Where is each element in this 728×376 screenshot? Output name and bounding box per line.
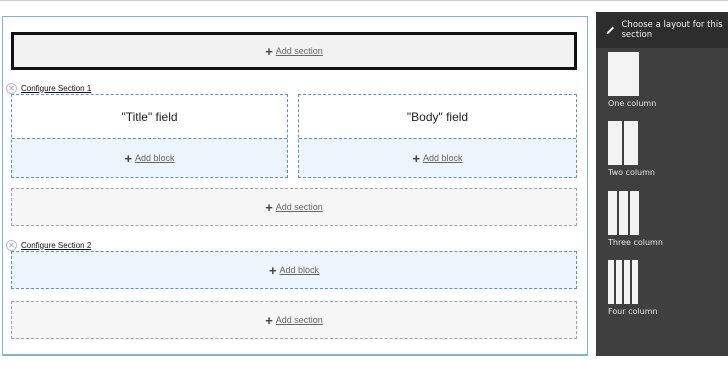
- layout-chooser-sidebar: Choose a layout for this section One col…: [596, 12, 728, 356]
- sidebar-header: Choose a layout for this section: [596, 12, 728, 48]
- one-column-layout-icon: [608, 52, 656, 96]
- section-1-second-region: "Body" field + Add block: [298, 94, 577, 178]
- add-section-middle[interactable]: + Add section: [11, 188, 577, 226]
- remove-section-icon[interactable]: ✕: [6, 239, 17, 251]
- pencil-icon: [606, 26, 615, 34]
- add-block-label: Add block: [279, 265, 320, 275]
- title-field-block[interactable]: "Title" field: [12, 95, 287, 138]
- section-1-controls: ✕ Configure Section 1: [6, 81, 91, 95]
- add-section-bottom[interactable]: + Add section: [11, 301, 577, 339]
- top-divider: [0, 0, 728, 1]
- plus-icon: +: [265, 199, 273, 215]
- sidebar-title: Choose a layout for this section: [621, 20, 723, 40]
- body-field-block[interactable]: "Body" field: [299, 95, 576, 138]
- configure-section-1-link[interactable]: Configure Section 1: [21, 84, 91, 93]
- two-column-layout-icon: [608, 121, 655, 165]
- remove-section-icon[interactable]: ✕: [6, 82, 17, 94]
- add-block-link[interactable]: + Add block: [124, 152, 174, 165]
- plus-icon: +: [412, 150, 421, 166]
- layout-label: Two column: [608, 168, 655, 177]
- layout-builder-canvas: + Add section ✕ Configure Section 1 "Tit…: [2, 16, 588, 356]
- layout-label: Four column: [608, 307, 658, 316]
- plus-icon: +: [124, 150, 133, 166]
- plus-icon: +: [265, 43, 273, 59]
- add-section-label: Add section: [275, 202, 323, 212]
- add-section-label: Add section: [275, 46, 323, 56]
- add-block-second-region[interactable]: + Add block: [299, 138, 576, 177]
- section-2-content-region[interactable]: + Add block: [11, 251, 577, 289]
- configure-section-2-link[interactable]: Configure Section 2: [21, 241, 91, 250]
- add-section-top[interactable]: + Add section: [11, 32, 577, 70]
- section-1-first-region: "Title" field + Add block: [11, 94, 288, 178]
- add-section-link[interactable]: + Add section: [265, 314, 323, 327]
- layout-option-one-column[interactable]: One column: [608, 52, 656, 108]
- layout-label: One column: [608, 99, 657, 108]
- add-section-label: Add section: [275, 315, 323, 325]
- layout-option-two-column[interactable]: Two column: [608, 121, 655, 177]
- add-block-link[interactable]: + Add block: [412, 152, 462, 165]
- layout-option-four-column[interactable]: Four column: [608, 260, 658, 316]
- plus-icon: +: [268, 262, 277, 278]
- add-section-link[interactable]: + Add section: [265, 201, 323, 214]
- add-section-link[interactable]: + Add section: [265, 45, 323, 58]
- add-block-first-region[interactable]: + Add block: [12, 138, 287, 177]
- layout-label: Three column: [608, 238, 663, 247]
- layout-option-three-column[interactable]: Three column: [608, 191, 663, 247]
- four-column-layout-icon: [608, 260, 658, 304]
- add-block-label: Add block: [423, 153, 463, 163]
- add-block-label: Add block: [135, 153, 175, 163]
- plus-icon: +: [265, 312, 273, 328]
- three-column-layout-icon: [608, 191, 663, 235]
- add-block-link[interactable]: + Add block: [269, 264, 319, 277]
- section-2-controls: ✕ Configure Section 2: [6, 238, 91, 252]
